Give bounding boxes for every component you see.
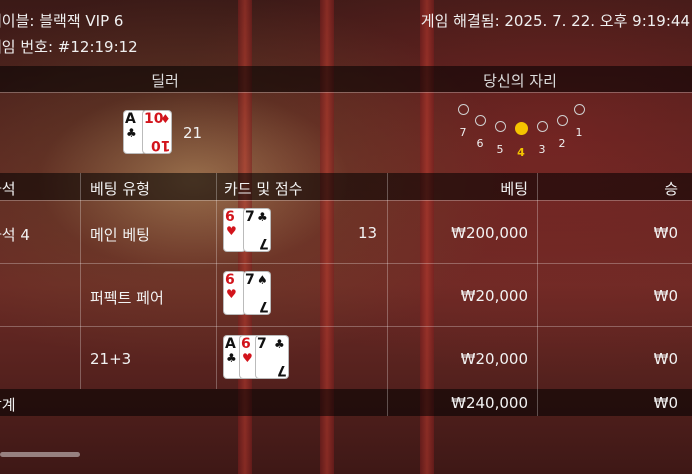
- total-label: 합계: [0, 396, 16, 414]
- seat-number: 5: [496, 143, 504, 156]
- player-card: 7 ♣ 7: [244, 209, 270, 251]
- seat-dot: [537, 121, 548, 132]
- dealer-card: A ♣: [124, 111, 145, 153]
- card-rank: 7: [257, 336, 267, 352]
- seat-number: 7: [459, 126, 467, 139]
- game-history-detail: { "header": { "table_label": "테이블: 블랙잭 V…: [0, 0, 692, 474]
- dealer-title: 딜러: [151, 72, 179, 90]
- card-suit: ♣: [226, 351, 237, 365]
- dealer-score: 21: [183, 124, 203, 142]
- row-bet-type: 메인 베팅: [90, 226, 150, 244]
- row-bet: ₩200,000: [451, 224, 528, 242]
- column-divider: [387, 173, 388, 416]
- card-rank: 7: [259, 235, 269, 251]
- card-suit: ♣: [257, 210, 268, 224]
- card-suit: ♦: [160, 112, 171, 126]
- horizontal-scrollbar[interactable]: [0, 452, 80, 457]
- row-win: ₩0: [653, 287, 678, 305]
- divider: [0, 200, 692, 201]
- col-bet: 베팅: [500, 180, 528, 198]
- seat-number: 1: [575, 126, 583, 139]
- card-suit: ♠: [257, 273, 268, 287]
- player-card: 6 ♥: [224, 209, 245, 251]
- game-number: 게임 번호: #12:19:12: [0, 38, 138, 56]
- row-seat: 좌석 4: [0, 226, 30, 244]
- divider: [0, 326, 692, 327]
- card-suit: ♥: [226, 287, 237, 301]
- total-row: [0, 389, 692, 416]
- col-cards-score: 카드 및 점수: [224, 180, 303, 198]
- seat-dot: [475, 115, 486, 126]
- card-rank: 7: [277, 362, 287, 378]
- seat-number: 3: [538, 143, 546, 156]
- seat-dot: [458, 104, 469, 115]
- card-rank: 7: [245, 272, 255, 288]
- resolved-time: 게임 해결됨: 2025. 7. 22. 오후 9:19:44: [420, 12, 690, 30]
- your-seat-title: 당신의 자리: [483, 72, 557, 90]
- column-divider: [537, 173, 538, 416]
- column-divider: [80, 173, 81, 389]
- card-rank: 7: [259, 298, 269, 314]
- card-suit: ♥: [242, 351, 253, 365]
- seat-dot-active: [515, 122, 528, 135]
- player-card: 6 ♥: [224, 272, 245, 314]
- column-divider: [216, 173, 217, 389]
- seat-dot: [557, 115, 568, 126]
- card-rank: 6: [225, 209, 235, 225]
- total-win: ₩0: [653, 394, 678, 412]
- seat-number: 6: [476, 137, 484, 150]
- row-bet-type: 퍼펙트 페어: [90, 289, 164, 307]
- card-rank: 6: [241, 336, 251, 352]
- card-rank: A: [225, 336, 236, 352]
- row-bet-type: 21+3: [90, 350, 132, 368]
- card-rank: 10: [150, 137, 170, 153]
- card-suit: ♥: [226, 224, 237, 238]
- card-suit: ♣: [126, 126, 137, 140]
- seat-number: 2: [558, 137, 566, 150]
- card-rank: 7: [245, 209, 255, 225]
- col-seat: 좌석: [0, 180, 16, 198]
- player-card: 7 ♣ 7: [256, 336, 288, 378]
- card-rank: 6: [225, 272, 235, 288]
- seat-dot: [574, 104, 585, 115]
- row-bet: ₩20,000: [460, 287, 528, 305]
- dealer-card: 10 ♦ 10: [143, 111, 171, 153]
- card-suit: ♣: [274, 337, 285, 351]
- row-score: 13: [358, 224, 378, 242]
- card-rank: A: [125, 111, 136, 127]
- header: 테이블: 블랙잭 VIP 6 게임 해결됨: 2025. 7. 22. 오후 9…: [0, 0, 692, 62]
- divider: [0, 92, 692, 93]
- seat-dot: [495, 121, 506, 132]
- table-name: 테이블: 블랙잭 VIP 6: [0, 12, 124, 30]
- player-card: 7 ♠ 7: [244, 272, 270, 314]
- row-bet: ₩20,000: [460, 350, 528, 368]
- seat-number-active: 4: [517, 146, 525, 159]
- row-win: ₩0: [653, 350, 678, 368]
- col-win: 승: [664, 180, 678, 198]
- col-bet-type: 베팅 유형: [90, 180, 150, 198]
- divider: [0, 263, 692, 264]
- row-win: ₩0: [653, 224, 678, 242]
- total-bet: ₩240,000: [451, 394, 528, 412]
